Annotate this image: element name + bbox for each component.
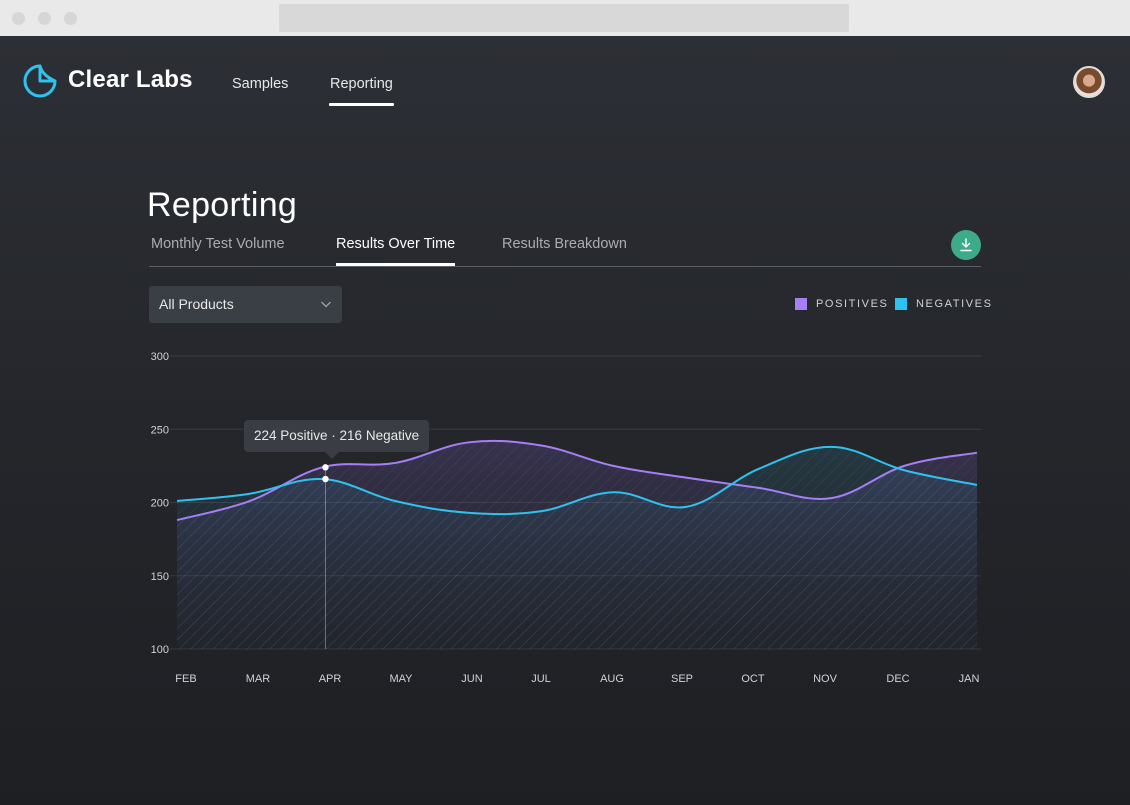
data-point-positives (322, 464, 329, 471)
x-tick-label: OCT (741, 673, 765, 685)
window-close-button[interactable] (12, 12, 25, 25)
results-over-time-chart: 100 150 200 250 300 FEB MAR APR MAY JUN JUL AUG SEP O… (151, 351, 981, 685)
app: Clear Labs Samples Reporting Reporting M… (0, 36, 1130, 805)
x-tick-label: JAN (959, 673, 980, 685)
x-tick-label: JUL (531, 673, 551, 685)
x-tick-label: DEC (886, 673, 909, 685)
browser-chrome (0, 0, 1130, 36)
window-maximize-button[interactable] (64, 12, 77, 25)
y-tick-label: 300 (151, 351, 169, 363)
y-tick-label: 100 (151, 644, 169, 656)
address-bar[interactable] (279, 4, 849, 32)
y-tick-label: 250 (151, 424, 169, 436)
y-tick-label: 200 (151, 498, 169, 510)
x-tick-label: SEP (671, 673, 693, 685)
x-tick-label: FEB (175, 673, 196, 685)
data-point-negatives (322, 475, 329, 483)
x-tick-label: MAY (389, 673, 413, 685)
x-tick-label: JUN (461, 673, 482, 685)
x-tick-label: MAR (246, 673, 271, 685)
x-tick-label: NOV (813, 673, 838, 685)
y-tick-label: 150 (151, 571, 169, 583)
x-tick-label: APR (319, 673, 342, 685)
window-minimize-button[interactable] (38, 12, 51, 25)
chart-tooltip: 224 Positive · 216 Negative (244, 420, 430, 459)
x-tick-label: AUG (600, 673, 624, 685)
